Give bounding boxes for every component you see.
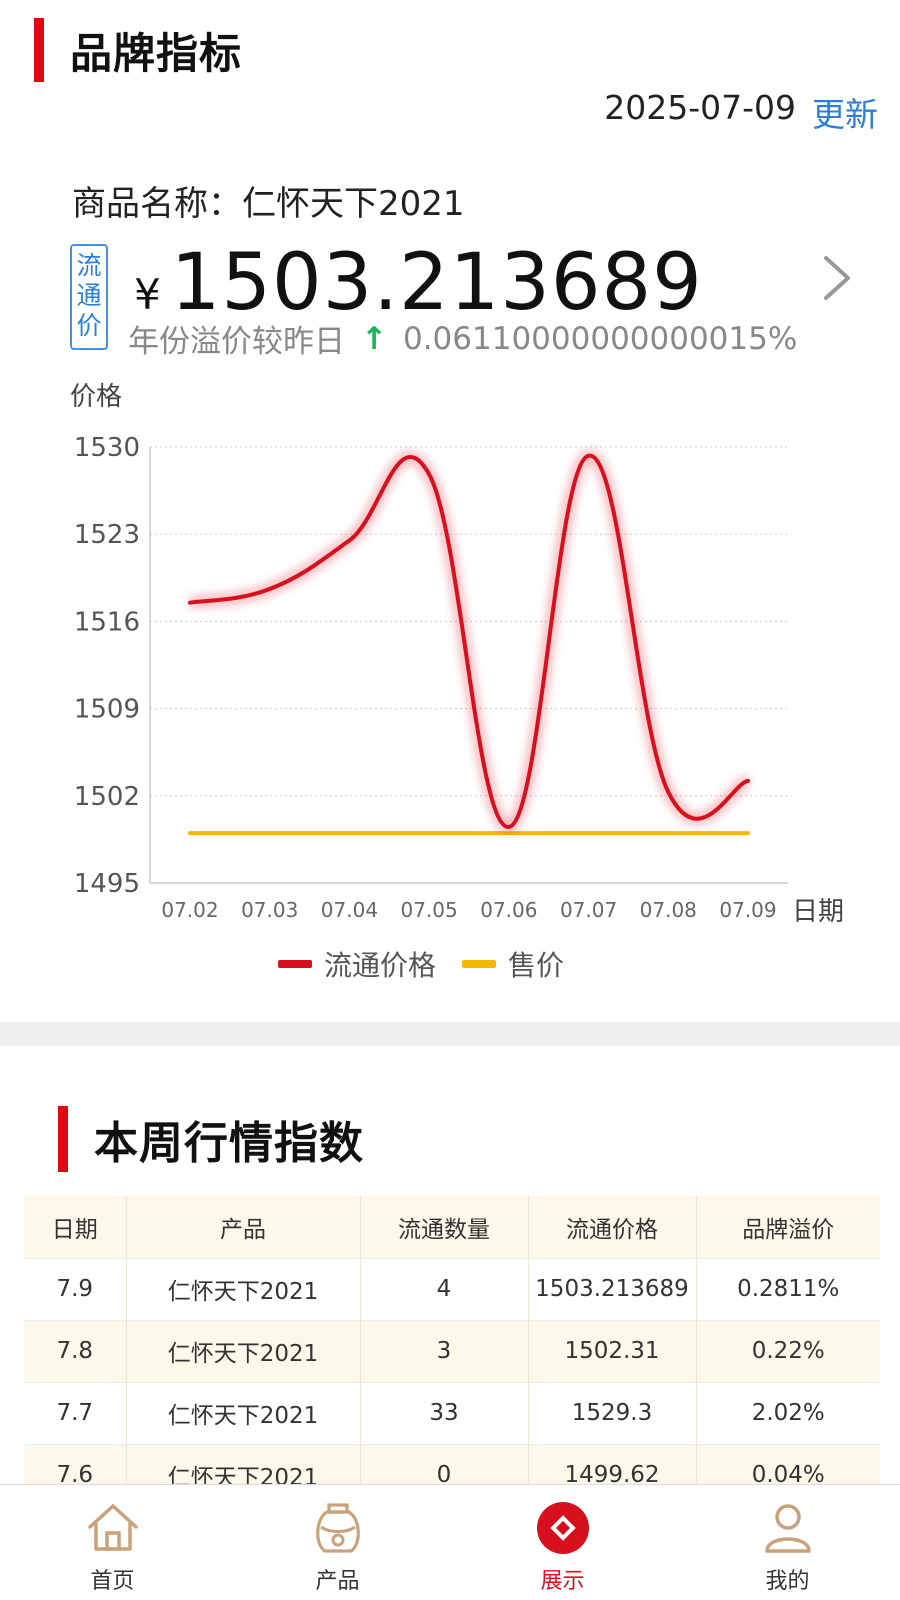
price-row: ¥ 1503.213689 — [134, 238, 703, 328]
x-axis-label: 日期 — [792, 897, 844, 927]
col-header-premium: 品牌溢价 — [696, 1196, 880, 1258]
legend-label: 流通价格 — [324, 949, 436, 982]
y-axis-label: 价格 — [70, 382, 122, 412]
premium-change-row: 年份溢价较昨日 ↑ 0.06110000000000015% — [128, 316, 797, 361]
legend-swatch — [278, 960, 312, 968]
x-tick-label: 07.05 — [401, 898, 458, 922]
series-glow — [189, 450, 750, 832]
cell-quantity: 4 — [360, 1257, 529, 1320]
cell-product: 仁怀天下2021 — [126, 1319, 361, 1382]
x-tick-label: 07.09 — [719, 898, 776, 922]
weekly-table-container[interactable]: 日期 产品 流通数量 流通价格 品牌溢价 7.9 仁怀天下2021 4 1503… — [24, 1196, 880, 1486]
weekly-section-title: 本周行情指数 — [58, 1106, 364, 1172]
col-header-price: 流通价格 — [528, 1196, 697, 1258]
y-tick-label: 1523 — [74, 520, 140, 550]
x-tick-label: 07.07 — [560, 898, 617, 922]
tab-label: 我的 — [765, 1569, 810, 1594]
page-title: 品牌指标 — [70, 28, 243, 78]
x-tick-label: 07.02 — [161, 898, 218, 922]
update-link[interactable]: 更新 — [812, 88, 878, 136]
weekly-table: 日期 产品 流通数量 流通价格 品牌溢价 7.9 仁怀天下2021 4 1503… — [24, 1196, 880, 1486]
cell-price: 1503.213689 — [528, 1257, 697, 1320]
table-header-row: 日期 产品 流通数量 流通价格 品牌溢价 — [24, 1196, 880, 1258]
cell-price: 1529.3 — [528, 1381, 697, 1444]
table-row[interactable]: 7.6 仁怀天下2021 0 1499.62 0.04% — [24, 1443, 880, 1486]
tab-label: 展示 — [540, 1569, 585, 1594]
user-icon — [764, 1504, 811, 1553]
cell-product: 仁怀天下2021 — [126, 1443, 361, 1486]
currency-symbol: ¥ — [134, 270, 161, 319]
up-arrow-icon: ↑ — [361, 320, 387, 357]
table-row[interactable]: 7.9 仁怀天下2021 4 1503.213689 0.2811% — [24, 1257, 880, 1320]
price-line-chart: 价格 1530 1523 1516 1509 1502 1495 07.02 07.03 07… — [70, 382, 844, 982]
title-accent-bar — [58, 1106, 68, 1172]
cell-date: 7.7 — [24, 1381, 127, 1444]
cell-price: 1502.31 — [528, 1319, 697, 1382]
tab-home[interactable]: 首页 — [0, 1485, 225, 1600]
y-tick-label: 1509 — [74, 695, 140, 725]
home-icon — [87, 1504, 138, 1551]
x-tick-label: 07.08 — [640, 898, 697, 922]
product-name: 商品名称：仁怀天下2021 — [72, 184, 465, 224]
date-row: 2025-07-09 更新 — [604, 88, 878, 136]
x-tick-label: 07.06 — [480, 898, 537, 922]
col-header-date: 日期 — [24, 1196, 127, 1258]
cell-product: 仁怀天下2021 — [126, 1257, 361, 1320]
cell-date: 7.9 — [24, 1257, 127, 1320]
current-date: 2025-07-09 — [604, 88, 796, 127]
cell-product: 仁怀天下2021 — [126, 1381, 361, 1444]
col-header-quantity: 流通数量 — [360, 1196, 529, 1258]
cell-premium: 0.04% — [696, 1443, 880, 1486]
current-price: 1503.213689 — [170, 238, 703, 328]
cell-date: 7.8 — [24, 1319, 127, 1382]
brand-section-title: 品牌指标 — [34, 18, 242, 82]
tab-display[interactable]: 展示 — [450, 1485, 675, 1600]
title-accent-bar — [34, 18, 44, 82]
cell-price: 1499.62 — [528, 1443, 697, 1486]
table-row[interactable]: 7.7 仁怀天下2021 33 1529.3 2.02% — [24, 1381, 880, 1444]
col-header-product: 产品 — [126, 1196, 361, 1258]
tab-products[interactable]: 产品 — [225, 1485, 450, 1600]
y-tick-label: 1530 — [74, 433, 140, 463]
cell-quantity: 0 — [360, 1443, 529, 1486]
chevron-right-icon[interactable] — [816, 252, 860, 304]
weekly-title: 本周行情指数 — [94, 1118, 364, 1169]
premium-value: 0.06110000000000015% — [402, 320, 798, 357]
table-row[interactable]: 7.8 仁怀天下2021 3 1502.31 0.22% — [24, 1319, 880, 1382]
legend-swatch — [462, 960, 496, 968]
legend-label: 售价 — [508, 949, 564, 982]
section-divider — [0, 1022, 900, 1046]
tab-mine[interactable]: 我的 — [675, 1485, 900, 1600]
cell-date: 7.6 — [24, 1443, 127, 1486]
tab-label: 产品 — [315, 1569, 360, 1594]
y-tick-label: 1516 — [74, 607, 140, 637]
y-tick-label: 1502 — [74, 782, 140, 812]
cell-quantity: 3 — [360, 1319, 529, 1382]
x-tick-label: 07.04 — [321, 898, 378, 922]
circulation-price-badge: 流通价 — [70, 244, 108, 350]
cell-premium: 0.22% — [696, 1319, 880, 1382]
x-tick-label: 07.03 — [241, 898, 298, 922]
cell-premium: 0.2811% — [696, 1257, 880, 1320]
premium-label: 年份溢价较昨日 — [128, 324, 345, 360]
y-tick-label: 1495 — [74, 869, 140, 899]
tab-label: 首页 — [90, 1569, 135, 1594]
display-icon — [536, 1502, 589, 1554]
liquor-jar-icon — [315, 1503, 360, 1553]
cell-quantity: 33 — [360, 1381, 529, 1444]
cell-premium: 2.02% — [696, 1381, 880, 1444]
bottom-tab-bar: 首页 产品 展示 我的 — [0, 1484, 900, 1600]
